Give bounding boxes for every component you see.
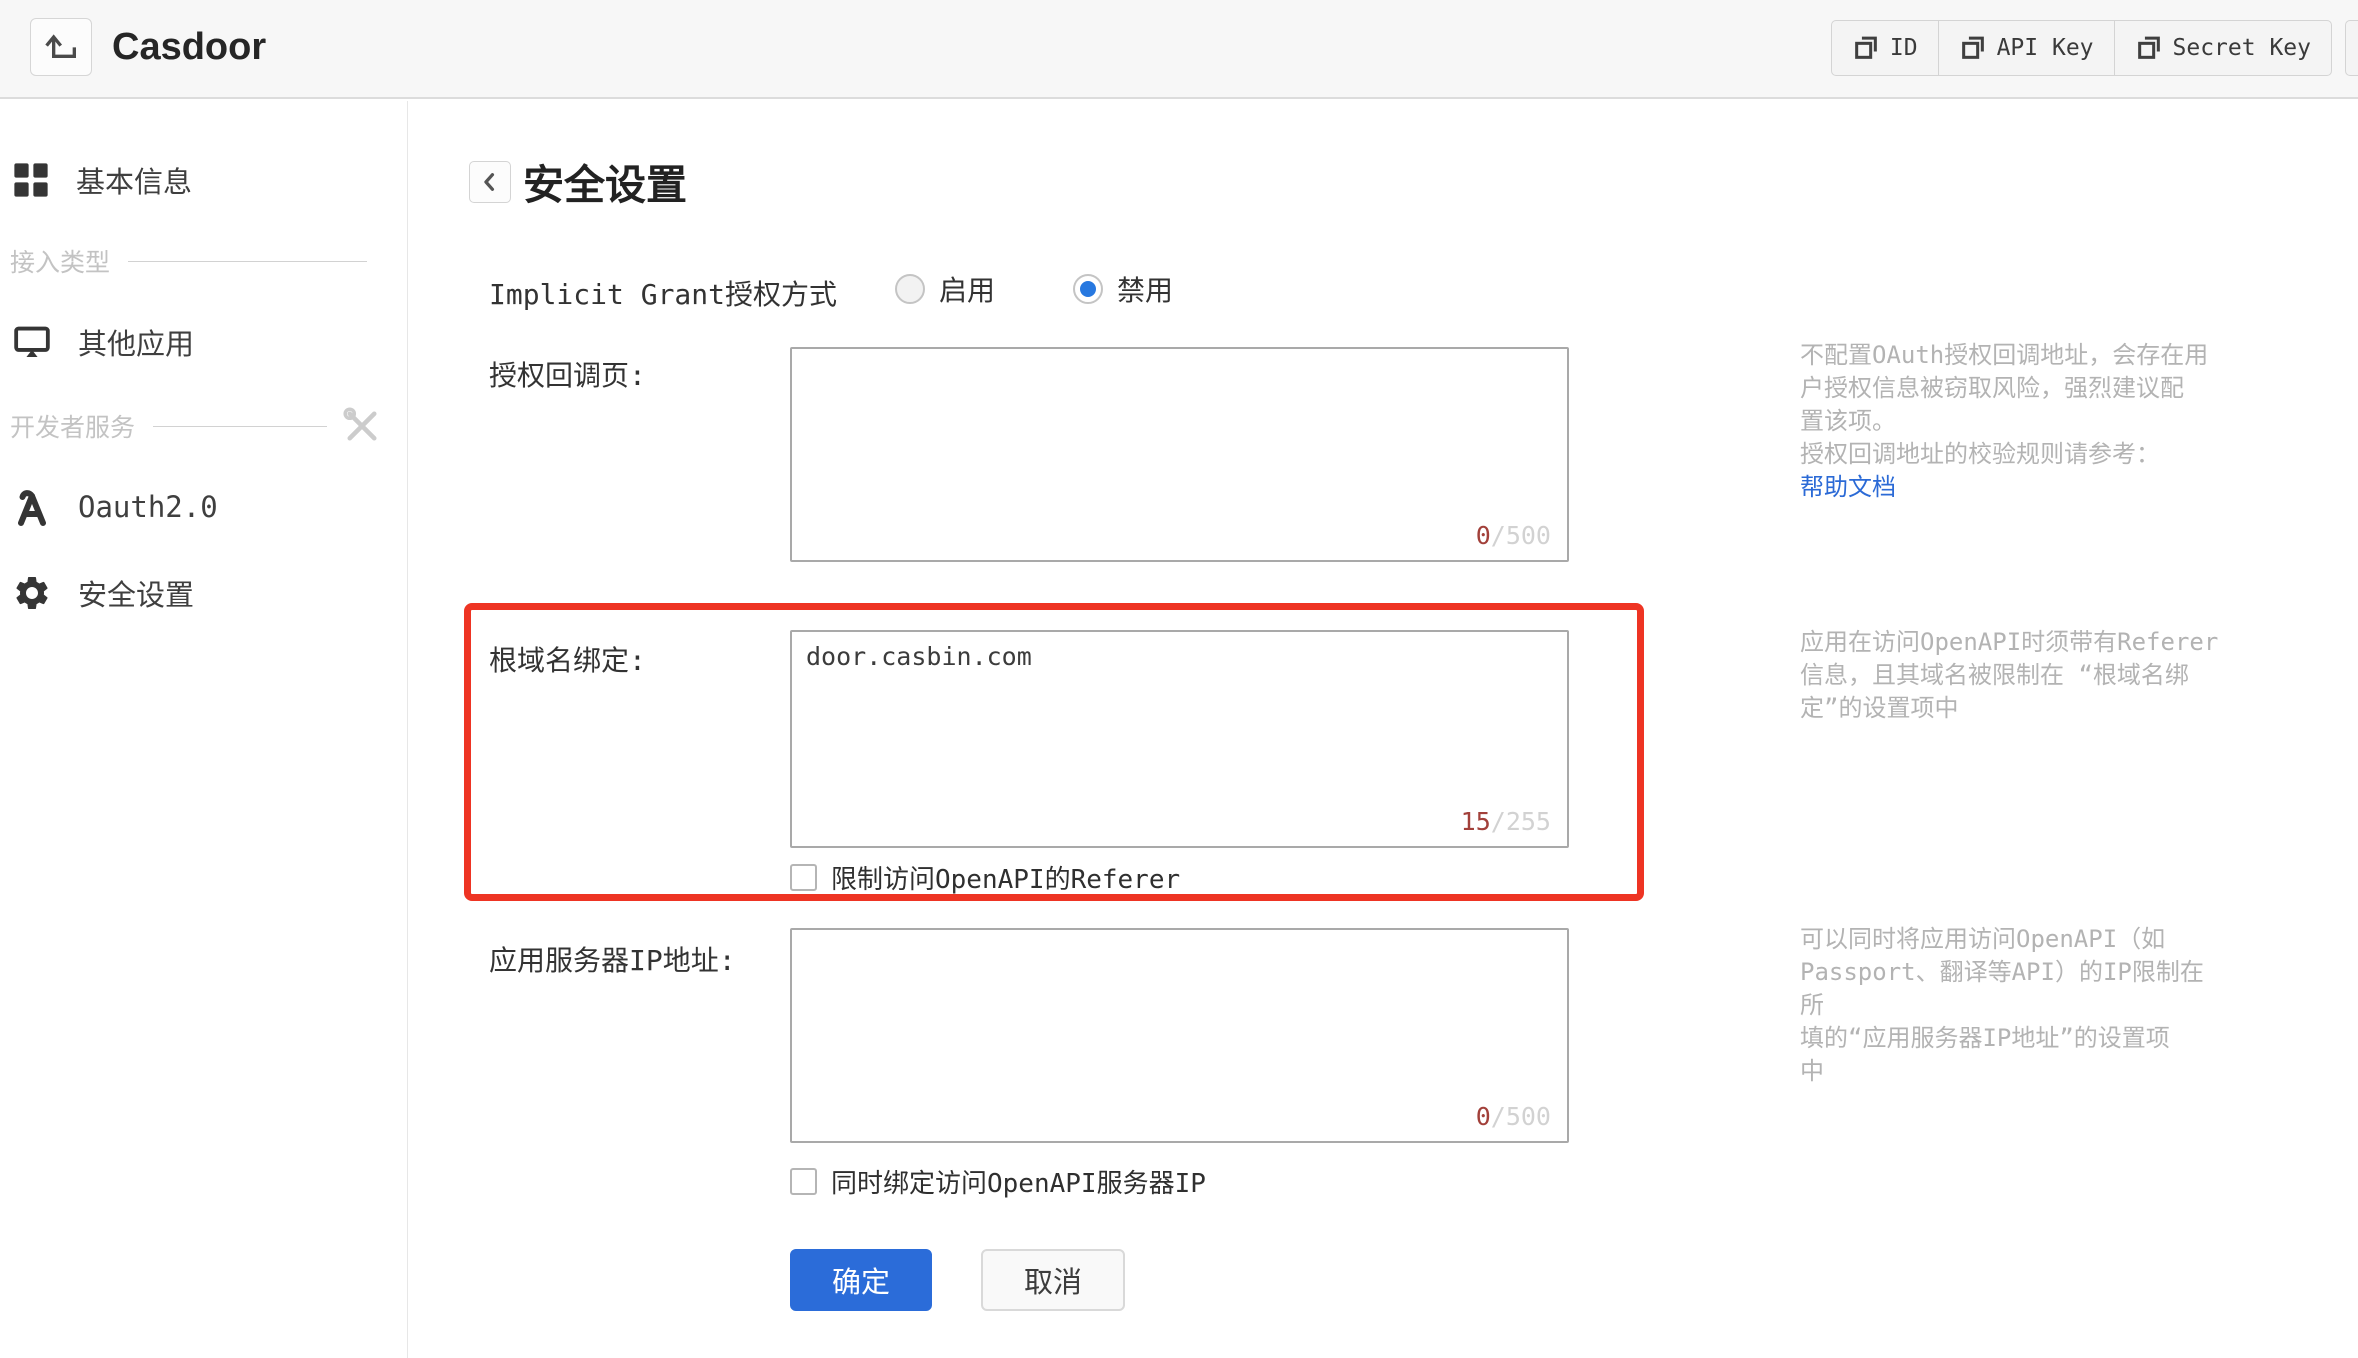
copy-api-key-button[interactable]: API Key	[1937, 20, 2115, 76]
ok-button[interactable]: 确定	[790, 1249, 932, 1311]
sidebar-divider-label: 开发者服务	[10, 413, 136, 442]
domain-textarea[interactable]: door.casbin.com	[790, 630, 1569, 848]
bind-ip-checkbox-row[interactable]: 同时绑定访问OpenAPI服务器IP	[790, 1163, 1206, 1200]
radio-circle-selected	[1073, 274, 1104, 304]
bind-ip-checkbox-label: 同时绑定访问OpenAPI服务器IP	[831, 1169, 1206, 1199]
api-icon	[12, 487, 52, 527]
return-up-icon	[41, 29, 81, 65]
implicit-grant-radio-group: 启用 禁用	[895, 269, 1173, 309]
copy-secret-key-button[interactable]: Secret Key	[2113, 20, 2332, 76]
callback-textarea[interactable]	[790, 347, 1569, 562]
ip-help-text: 可以同时将应用访问OpenAPI（如 Passport、翻译等API）的IP限制…	[1800, 925, 2204, 1085]
ip-textarea[interactable]	[790, 928, 1569, 1143]
copy-icon	[2135, 34, 2163, 62]
sidebar-item-basic-info[interactable]: 基本信息	[0, 151, 407, 209]
sidebar-item-security-settings[interactable]: 安全设置	[0, 564, 407, 622]
chevron-left-icon	[477, 169, 503, 195]
sidebar-item-label: Oauth2.0	[78, 490, 218, 524]
domain-help-text: 应用在访问OpenAPI时须带有Referer 信息，且其域名被限制在 “根域名…	[1800, 628, 2219, 722]
sidebar-item-other-app[interactable]: 其他应用	[0, 313, 407, 371]
copy-icon	[1852, 34, 1880, 62]
help-doc-link[interactable]: 帮助文档	[1800, 473, 1896, 501]
domain-textarea-wrap: door.casbin.com 15/255	[790, 630, 1569, 848]
sidebar-item-label: 基本信息	[76, 165, 193, 199]
header-back-button[interactable]	[30, 18, 92, 76]
header-action-group: ID API Key Secret Key	[1830, 20, 2332, 76]
copy-api-key-label: API Key	[1996, 35, 2094, 61]
sidebar-item-oauth2[interactable]: Oauth2.0	[0, 478, 407, 536]
radio-circle	[895, 274, 925, 304]
copy-id-button[interactable]: ID	[1830, 20, 1939, 76]
radio-label: 禁用	[1117, 274, 1174, 307]
sidebar-divider-access-type: 接入类型	[0, 243, 407, 279]
sidebar-item-label: 安全设置	[78, 578, 195, 612]
referer-checkbox-row[interactable]: 限制访问OpenAPI的Referer	[790, 859, 1180, 896]
referer-checkbox[interactable]	[790, 864, 817, 891]
tools-icon	[341, 405, 383, 447]
implicit-grant-label: Implicit Grant授权方式	[489, 278, 838, 311]
copy-id-label: ID	[1889, 35, 1918, 61]
copy-icon	[1959, 34, 1987, 62]
divider-line	[153, 425, 327, 427]
referer-checkbox-label: 限制访问OpenAPI的Referer	[831, 865, 1181, 895]
sidebar-item-label: 其他应用	[78, 327, 195, 361]
grid-icon	[12, 161, 50, 199]
header-cutoff-button[interactable]	[2345, 20, 2358, 76]
radio-disable[interactable]: 禁用	[1073, 269, 1173, 309]
sidebar-divider-developer-services: 开发者服务	[0, 405, 407, 447]
main-content: 安全设置 Implicit Grant授权方式 启用 禁用 授权回调页: 0/5…	[409, 101, 2358, 1358]
cancel-button[interactable]: 取消	[981, 1249, 1125, 1311]
copy-secret-key-label: Secret Key	[2172, 35, 2311, 61]
sidebar: 基本信息 接入类型 其他应用 开发者服务 Oauth2.0 安全设置	[0, 101, 408, 1358]
ip-label: 应用服务器IP地址:	[489, 944, 736, 977]
callback-help-text: 不配置OAuth授权回调地址，会存在用 户授权信息被窃取风险，强烈建议配 置该项…	[1800, 341, 2209, 501]
callback-textarea-wrap: 0/500	[790, 347, 1569, 562]
bind-ip-checkbox[interactable]	[790, 1168, 817, 1195]
divider-line	[128, 260, 367, 262]
app-title: Casdoor	[112, 26, 267, 68]
page-title: 安全设置	[523, 162, 687, 208]
page-back-button[interactable]	[469, 161, 511, 203]
callback-label: 授权回调页:	[489, 359, 646, 392]
radio-label: 启用	[939, 274, 996, 307]
sidebar-divider-label: 接入类型	[10, 248, 111, 277]
domain-label: 根域名绑定:	[489, 644, 646, 677]
monitor-icon	[12, 323, 52, 361]
ip-textarea-wrap: 0/500	[790, 928, 1569, 1143]
app-header: Casdoor ID API Key Secret Key	[0, 0, 2358, 99]
radio-enable[interactable]: 启用	[895, 269, 995, 309]
gear-icon	[12, 573, 52, 613]
